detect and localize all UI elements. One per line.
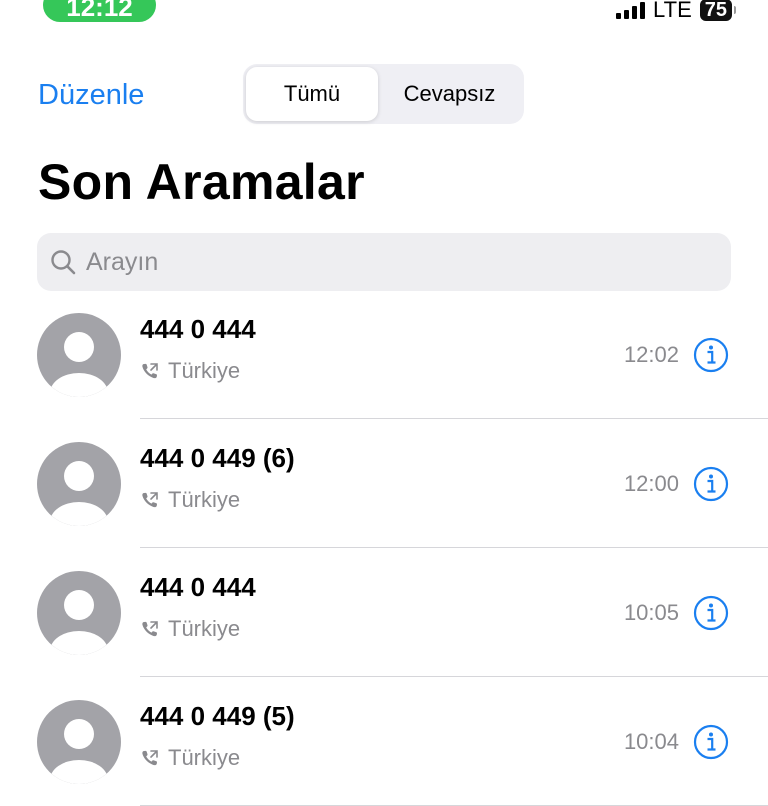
call-location: Türkiye [140,487,240,513]
info-icon[interactable] [693,724,729,760]
phone-outgoing-icon [142,750,158,766]
search-input[interactable] [86,247,646,277]
call-row[interactable]: 444 0 449 (5) Türkiye 10:04 [0,677,768,806]
call-time: 12:02 [623,342,679,367]
cellular-signal-icon [616,1,646,19]
call-row[interactable]: 444 0 444 Türkiye 12:02 [0,290,768,419]
avatar-icon [37,571,121,655]
call-location: Türkiye [140,358,240,384]
caller-number: 444 0 449 (6) [140,443,295,473]
edit-button[interactable]: Düzenle [38,78,144,112]
call-row[interactable]: 444 0 444 Türkiye 10:05 [0,548,768,677]
info-icon[interactable] [693,595,729,631]
call-location: Türkiye [140,745,240,771]
call-time: 12:00 [623,471,679,496]
battery-indicator: 75 [699,0,737,21]
page-title: Son Aramalar [38,154,365,210]
avatar-icon [37,313,121,397]
call-row[interactable]: 444 0 449 (6) Türkiye 12:00 [0,419,768,548]
caller-number: 444 0 449 (5) [140,701,295,731]
call-location: Türkiye [140,616,240,642]
info-icon[interactable] [693,337,729,373]
recent-calls-list: 444 0 444 Türkiye 12:02 444 0 449 (6) Tü… [0,290,768,806]
call-location-label: Türkiye [168,616,241,641]
caller-number: 444 0 444 [140,314,256,344]
phone-outgoing-icon [142,621,158,637]
tab-missed[interactable]: Cevapsız [378,67,521,121]
network-type: LTE [653,0,692,22]
info-icon[interactable] [693,466,729,502]
calls-filter-segmented-control: Tümü Cevapsız [243,64,524,124]
status-indicators: LTE 75 [616,0,737,23]
call-location-label: Türkiye [168,487,241,512]
phone-outgoing-icon [142,492,158,508]
phone-outgoing-icon [142,363,158,379]
caller-number: 444 0 444 [140,572,256,602]
avatar-icon [37,700,121,784]
status-time: 12:12 [43,0,156,22]
search-bar[interactable] [37,233,731,291]
tab-all[interactable]: Tümü [246,67,378,121]
call-location-label: Türkiye [168,358,241,383]
call-time: 10:04 [623,729,679,754]
call-time: 10:05 [623,600,679,625]
call-location-label: Türkiye [168,745,241,770]
search-icon [51,250,76,275]
avatar-icon [37,442,121,526]
